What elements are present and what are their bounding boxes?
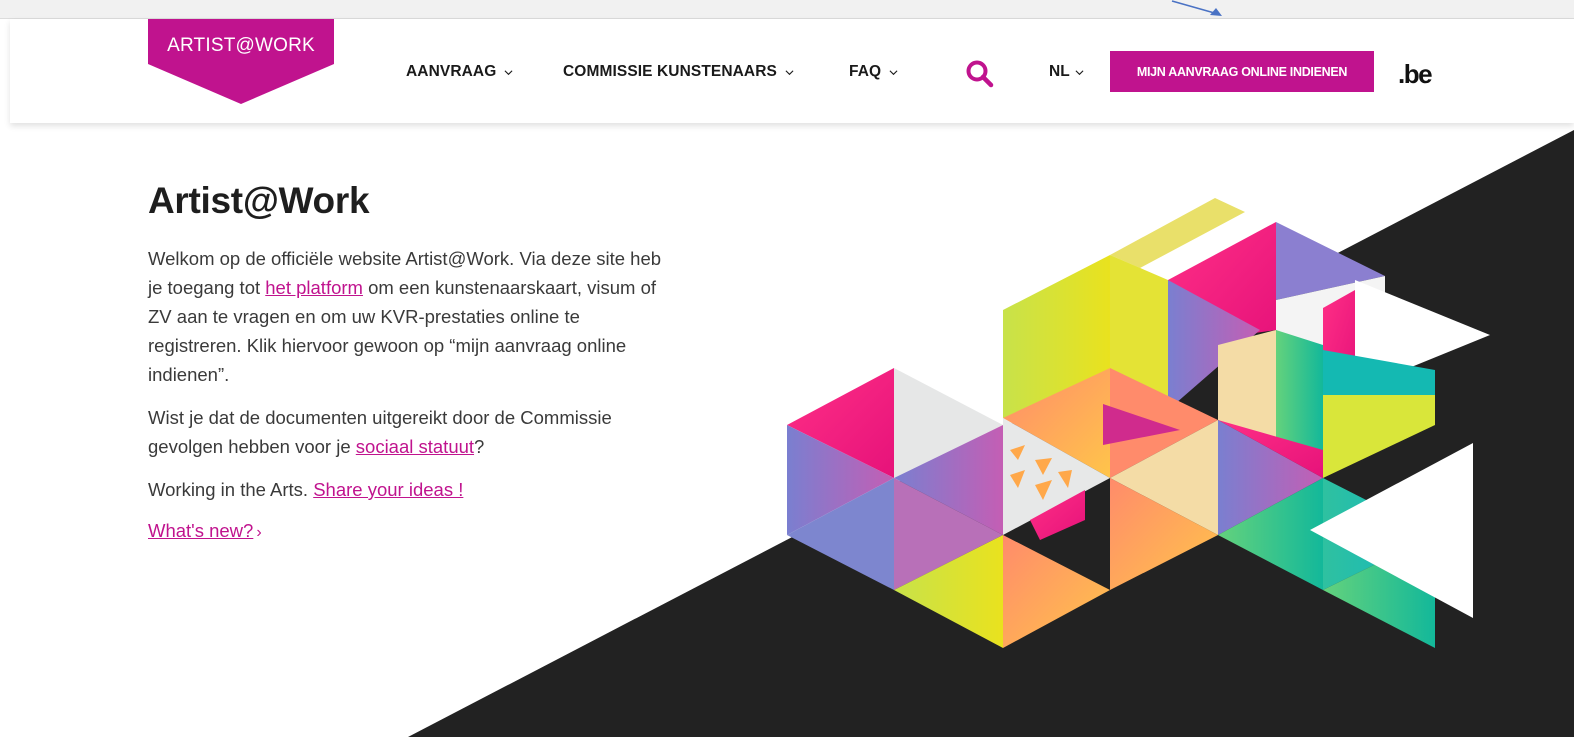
intro-content: Artist@Work Welkom op de officiële websi… [148,180,668,542]
working-in-arts-text: Working in the Arts. [148,479,314,500]
social-status-text-end: ? [474,436,485,457]
intro-paragraph: Welkom op de officiële website Artist@Wo… [148,244,668,389]
platform-link[interactable]: het platform [265,277,363,298]
chevron-down-icon [504,69,513,75]
annotation-arrow [1171,0,1222,16]
submit-application-online-button[interactable]: MIJN AANVRAAG ONLINE INDIENEN [1110,51,1374,92]
chevron-down-icon [785,69,794,75]
nav-item-label: COMMISSIE KUNSTENAARS [563,63,777,80]
share-ideas-link[interactable]: Share your ideas ! [313,479,463,500]
social-status-link[interactable]: sociaal statuut [356,436,474,457]
nav-item-label: FAQ [849,63,882,80]
chevron-right-icon: › [256,524,262,541]
whats-new-link[interactable]: What's new? [148,520,253,541]
chevron-down-icon [1075,69,1084,75]
language-label: NL [1049,63,1070,80]
language-selector[interactable]: NL [1049,63,1084,81]
chevron-down-icon [889,69,898,75]
belgium-be-logo[interactable]: .be [1398,59,1433,90]
artist-at-work-logo[interactable]: ARTIST@WORK [148,19,334,104]
search-icon[interactable] [965,59,995,89]
site-header: ARTIST@WORK AANVRAAG COMMISSIE KUNSTENAA… [10,19,1574,123]
nav-item-faq[interactable]: FAQ [849,63,898,81]
share-ideas-paragraph: Working in the Arts. Share your ideas ! [148,475,668,504]
whats-new-row: What's new? › [148,520,668,542]
nav-item-aanvraag[interactable]: AANVRAAG [406,63,513,81]
logo-text: ARTIST@WORK [167,35,315,56]
page-title: Artist@Work [148,180,370,221]
social-status-paragraph: Wist je dat de documenten uitgereikt doo… [148,403,668,461]
nav-item-label: AANVRAAG [406,63,497,80]
nav-item-commissie-kunstenaars[interactable]: COMMISSIE KUNSTENAARS [563,63,794,81]
